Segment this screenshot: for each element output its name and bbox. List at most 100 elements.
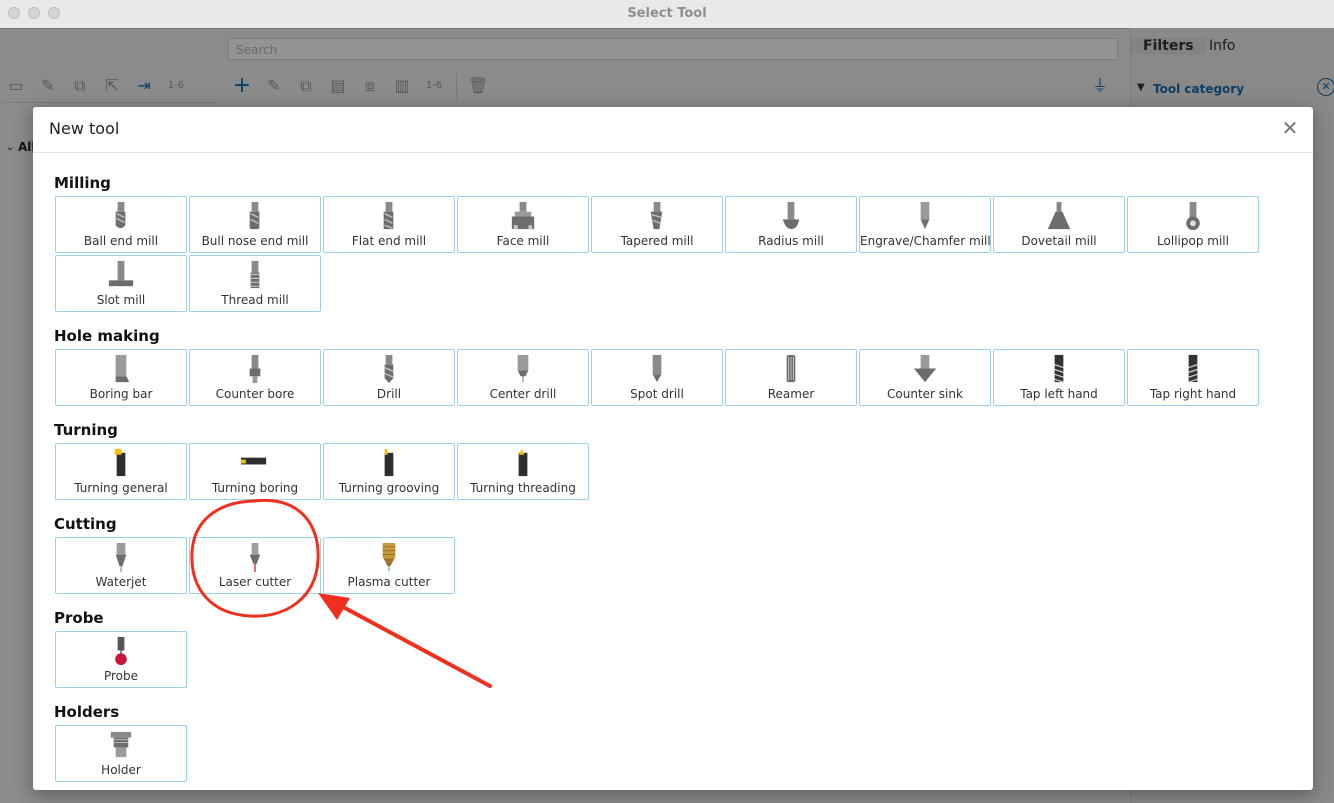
tool-tile-tap-right-hand[interactable]: Tap right hand [1127,349,1259,406]
section-title-holders: Holders [54,703,120,721]
tool-grid-hole-making: Boring bar Counter bore Drill Center drill S… [55,349,1275,408]
section-title-hole-making: Hole making [54,327,160,345]
tool-label: Counter bore [215,387,295,401]
tool-label: Radius mill [758,234,824,248]
spot-drill-icon [652,354,662,383]
window-title: Select Tool [627,6,707,21]
tool-tile-waterjet[interactable]: Waterjet [55,537,187,594]
tool-label: Spot drill [630,387,684,401]
tool-tile-counter-bore[interactable]: Counter bore [189,349,321,406]
tool-grid-milling: Ball end mill Bull nose end mill Flat end … [55,196,1275,314]
tool-tile-lollipop-mill[interactable]: Lollipop mill [1127,196,1259,253]
tool-tile-flat-end-mill[interactable]: Flat end mill [323,196,455,253]
tool-label: Turning threading [470,481,576,495]
tool-tile-turning-boring[interactable]: Turning boring [189,443,321,500]
tool-tile-boring-bar[interactable]: Boring bar [55,349,187,406]
center-drill-icon [517,354,529,383]
dialog-title: New tool [49,119,120,138]
turning-grooving-icon [384,448,394,477]
tool-label: Drill [376,387,402,401]
plasma-cutter-icon [382,542,396,572]
boring-bar-icon [115,354,130,383]
new-tool-dialog: New tool ✕ Milling Ball end mill Bull nose… [33,107,1313,790]
tool-tile-holder[interactable]: Holder [55,725,187,782]
tool-grid-turning: Turning general Turning boring Turning gro… [55,443,1275,502]
section-title-probe: Probe [54,609,104,627]
tool-label: Turning boring [211,481,299,495]
tool-tile-turning-general[interactable]: Turning general [55,443,187,500]
holder-icon [110,731,132,758]
tool-tile-tapered-mill[interactable]: Tapered mill [591,196,723,253]
tool-label: Plasma cutter [347,575,431,589]
tool-label: Turning general [74,481,168,495]
tool-tile-bull-nose-end-mill[interactable]: Bull nose end mill [189,196,321,253]
laser-cutter-icon [249,542,261,573]
tool-tile-drill[interactable]: Drill [323,349,455,406]
tool-tile-spot-drill[interactable]: Spot drill [591,349,723,406]
tool-label: Center drill [489,387,557,401]
tool-tile-thread-mill[interactable]: Thread mill [189,255,321,312]
tool-tile-turning-grooving[interactable]: Turning grooving [323,443,455,500]
radius-mill-icon [782,201,800,230]
tool-label: Lollipop mill [1157,234,1229,248]
tool-tile-center-drill[interactable]: Center drill [457,349,589,406]
tool-tile-laser-cutter[interactable]: Laser cutter [189,537,321,594]
tapered-mill-icon [650,201,663,230]
tool-tile-radius-mill[interactable]: Radius mill [725,196,857,253]
bull-nose-end-mill-icon [249,201,260,230]
tool-label: Dovetail mill [1021,234,1097,248]
tool-label: Laser cutter [218,575,292,589]
tool-label: Turning grooving [338,481,440,495]
tool-label: Probe [103,669,139,683]
turning-boring-icon [240,457,267,465]
tool-label: Counter sink [887,387,963,401]
window-titlebar: Select Tool [0,0,1334,29]
tool-tile-engrave-chamfer-mill[interactable]: Engrave/Chamfer mill [859,196,991,253]
engrave-chamfer-mill-icon [920,201,930,230]
tool-label: Face mill [496,234,550,248]
section-title-milling: Milling [54,174,111,192]
ball-end-mill-icon [115,201,126,229]
tool-grid-probe: Probe [55,631,1275,690]
dialog-header: New tool ✕ [33,107,1313,153]
tool-label: Tap right hand [1149,387,1237,401]
probe-icon [115,636,127,666]
tool-label: Thread mill [221,293,289,307]
tool-tile-face-mill[interactable]: Face mill [457,196,589,253]
dovetail-mill-icon [1047,201,1071,230]
tool-label: Reamer [767,387,815,401]
tool-tile-slot-mill[interactable]: Slot mill [55,255,187,312]
face-mill-icon [511,201,535,230]
waterjet-icon [115,542,127,573]
tap-left-hand-icon [1054,354,1064,383]
tool-label: Tap left hand [1020,387,1098,401]
tool-grid-holders: Holder [55,725,1275,784]
section-title-turning: Turning [54,421,118,439]
section-title-cutting: Cutting [54,515,117,533]
close-icon[interactable]: ✕ [1280,118,1300,138]
tool-label: Waterjet [95,575,147,589]
counter-bore-icon [249,354,261,384]
tool-label: Holder [101,763,141,777]
tool-tile-plasma-cutter[interactable]: Plasma cutter [323,537,455,594]
tool-tile-dovetail-mill[interactable]: Dovetail mill [993,196,1125,253]
tool-tile-tap-left-hand[interactable]: Tap left hand [993,349,1125,406]
tool-label: Flat end mill [351,234,427,248]
tool-tile-counter-sink[interactable]: Counter sink [859,349,991,406]
tool-tile-turning-threading[interactable]: Turning threading [457,443,589,500]
reamer-icon [786,354,796,383]
counter-sink-icon [913,354,937,383]
tool-tile-probe[interactable]: Probe [55,631,187,688]
slot-mill-icon [108,260,134,287]
tool-label: Bull nose end mill [201,234,309,248]
flat-end-mill-icon [383,201,394,230]
turning-general-icon [114,448,126,477]
tool-label: Boring bar [89,387,153,401]
tool-label: Ball end mill [83,234,159,248]
tool-tile-reamer[interactable]: Reamer [725,349,857,406]
tap-right-hand-icon [1188,354,1198,383]
tool-tile-ball-end-mill[interactable]: Ball end mill [55,196,187,253]
tool-label: Engrave/Chamfer mill [860,234,991,248]
turning-threading-icon [518,448,528,477]
tool-label: Tapered mill [620,234,694,248]
